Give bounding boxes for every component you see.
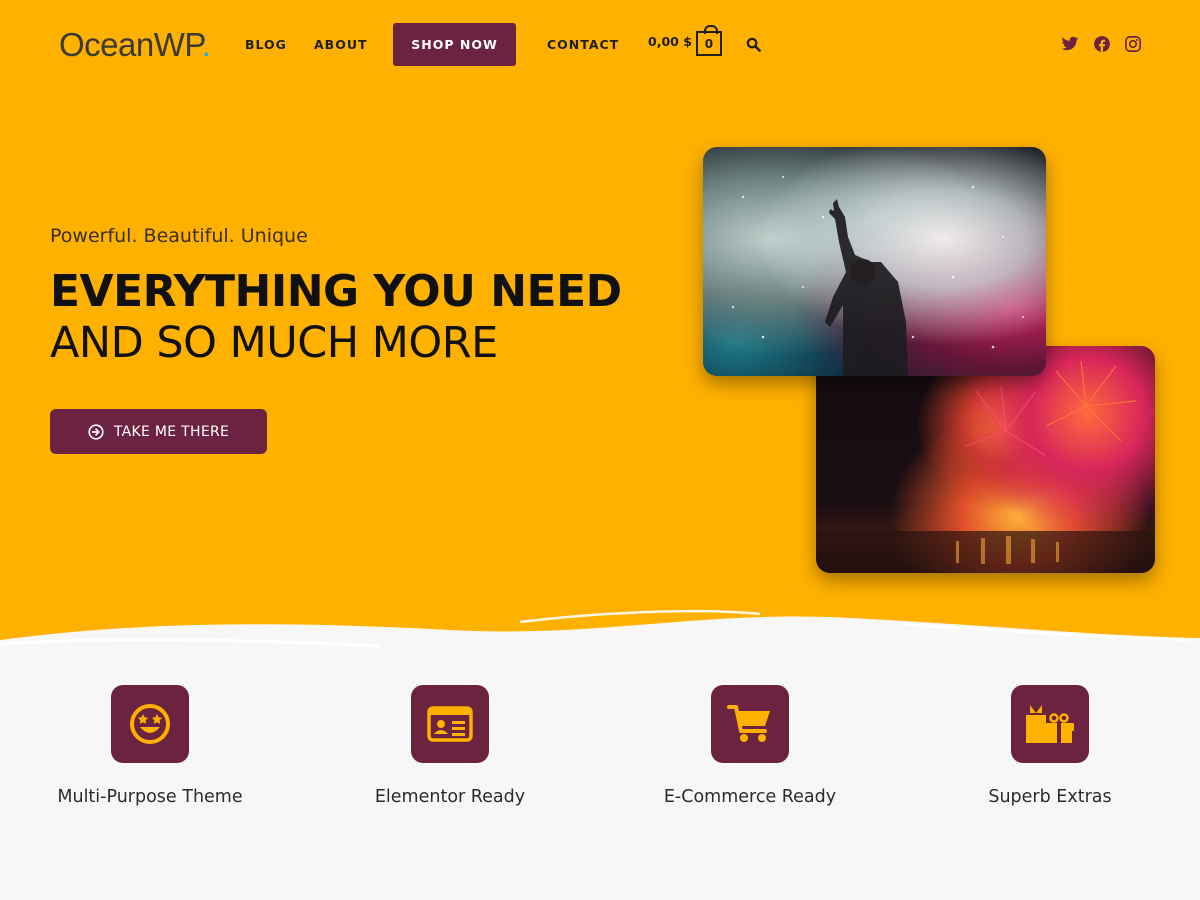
nav-blog[interactable]: BLOG (245, 37, 287, 52)
id-card-icon (427, 706, 473, 742)
gifts-icon (1026, 705, 1074, 743)
wave-divider (0, 609, 1200, 670)
feature-icon-extras (1011, 685, 1089, 763)
shop-now-button[interactable]: SHOP NOW (393, 23, 516, 66)
nav-contact[interactable]: CONTACT (547, 37, 619, 52)
hero-headline-light: AND SO MUCH MORE (50, 318, 498, 368)
site-logo[interactable]: OceanWP. (59, 26, 211, 64)
logo-text: OceanWP (59, 26, 202, 63)
search-icon[interactable] (746, 37, 761, 52)
grin-stars-icon (130, 704, 170, 744)
feature-label-extras: Superb Extras (988, 787, 1112, 807)
hero-tagline: Powerful. Beautiful. Unique (50, 225, 308, 247)
feature-icon-multipurpose (111, 685, 189, 763)
take-me-there-button[interactable]: TAKE ME THERE (50, 409, 267, 454)
feature-label-ecommerce: E-Commerce Ready (663, 787, 837, 807)
cart-bag-icon: 0 (695, 25, 722, 56)
nav-about[interactable]: ABOUT (314, 37, 368, 52)
cart-button[interactable]: 0,00 $ 0 (648, 25, 722, 56)
instagram-icon[interactable] (1124, 35, 1142, 53)
logo-dot: . (201, 26, 211, 63)
feature-icon-ecommerce (711, 685, 789, 763)
concert-photo-art (731, 176, 1024, 376)
cart-price: 0,00 $ (648, 33, 692, 49)
concert-photo (703, 147, 1046, 376)
fireworks-photo-art (816, 360, 1155, 573)
shopping-cart-icon (727, 705, 770, 742)
take-me-there-label: TAKE ME THERE (113, 423, 230, 440)
feature-label-multipurpose: Multi-Purpose Theme (57, 787, 243, 807)
fireworks-photo (816, 346, 1155, 573)
feature-label-elementor: Elementor Ready (374, 787, 526, 807)
cart-count: 0 (704, 36, 714, 51)
feature-icon-elementor (411, 685, 489, 763)
facebook-icon[interactable] (1093, 35, 1111, 53)
hero-headline-bold: EVERYTHING YOU NEED (50, 266, 622, 317)
circle-arrow-right-icon (88, 423, 104, 440)
twitter-icon[interactable] (1061, 35, 1079, 53)
